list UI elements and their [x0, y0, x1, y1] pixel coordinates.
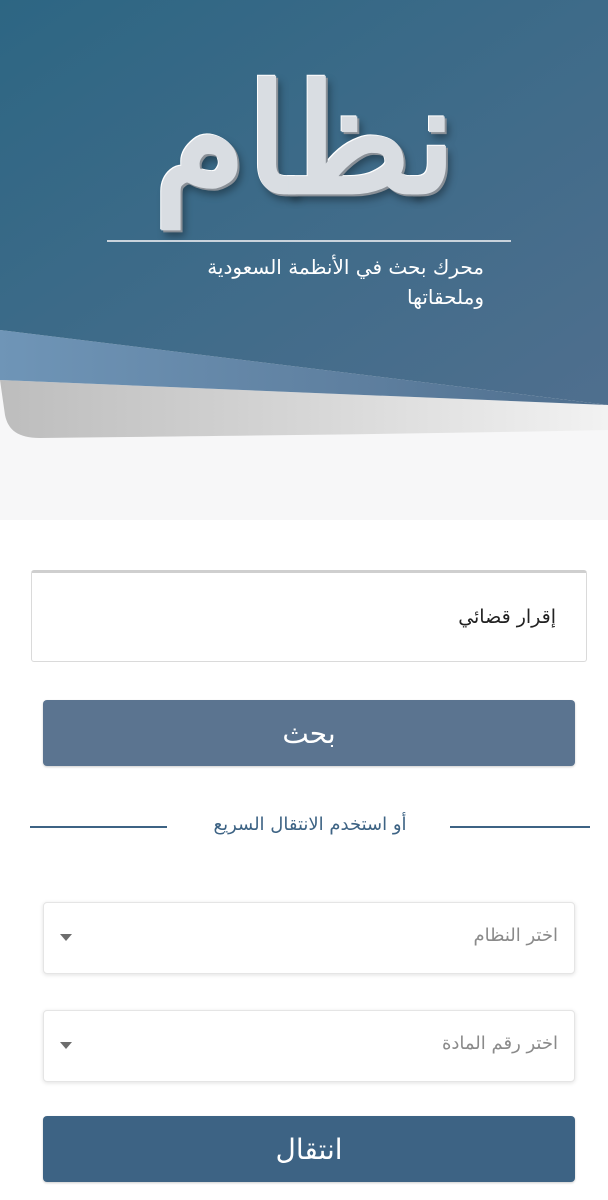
- article-number-select[interactable]: اختر رقم المادة: [43, 1010, 575, 1082]
- app-header: نظام محرك بحث في الأنظمة السعودية وملحقا…: [0, 0, 608, 520]
- chevron-down-icon: [60, 1042, 72, 1049]
- app-tagline: محرك بحث في الأنظمة السعودية وملحقاتها: [110, 252, 510, 312]
- search-button[interactable]: بحث: [43, 700, 575, 766]
- go-button[interactable]: انتقال: [43, 1116, 575, 1182]
- tagline-line-1: محرك بحث في الأنظمة السعودية: [207, 255, 484, 279]
- system-select-placeholder: اختر النظام: [473, 925, 558, 946]
- app-logo: نظام: [153, 52, 457, 228]
- article-select-placeholder: اختر رقم المادة: [441, 1033, 558, 1054]
- search-input[interactable]: [31, 570, 587, 662]
- system-select[interactable]: اختر النظام: [43, 902, 575, 974]
- logo-underline: [107, 240, 511, 242]
- chevron-down-icon: [60, 934, 72, 941]
- tagline-line-2: وملحقاتها: [407, 285, 484, 309]
- divider-line-right: [450, 826, 590, 828]
- quick-nav-divider-label: أو استخدم الانتقال السريع: [213, 814, 407, 835]
- divider-line-left: [30, 826, 167, 828]
